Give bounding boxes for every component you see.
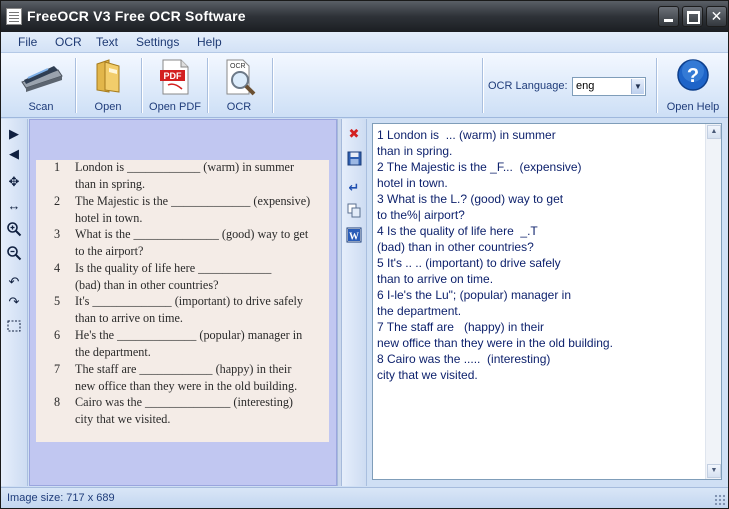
save-icon[interactable] (345, 151, 363, 169)
open-button[interactable]: Open (79, 55, 137, 115)
maximize-button[interactable] (682, 6, 703, 27)
menu-text[interactable]: Text (96, 35, 118, 49)
move-icon[interactable]: ✥ (5, 173, 23, 191)
app-window: FreeOCR V3 Free OCR Software File OCR Te… (0, 0, 729, 509)
ocr-language-value: eng (576, 80, 595, 92)
insert-return-icon[interactable]: ↵ (345, 179, 363, 197)
toolbar: Scan Open PDF Open PDF OCR OCR OCR Langu… (1, 53, 728, 118)
text-tools-strip: ✖ ↵ W (342, 119, 367, 486)
zoom-in-icon[interactable] (5, 221, 23, 239)
scanner-icon (21, 66, 63, 92)
ocr-label: OCR (226, 101, 252, 113)
ocr-button[interactable]: OCR OCR (211, 55, 267, 115)
menu-bar: File OCR Text Settings Help (1, 32, 728, 53)
exercise-number: 8 (54, 395, 61, 410)
toolbar-divider (141, 58, 143, 113)
ocr-badge-text: OCR (230, 63, 246, 70)
svg-text:?: ? (687, 65, 699, 87)
exercise-number: 3 (54, 227, 61, 242)
exercise-line: than in spring. (75, 177, 146, 191)
app-icon (6, 8, 22, 25)
previous-page-icon[interactable]: ◀ (5, 145, 23, 163)
zoom-out-icon[interactable] (5, 245, 23, 263)
open-pdf-label: Open PDF (149, 101, 201, 113)
help-icon: ? (677, 59, 709, 91)
exercise-line: new office than they were in the old bui… (75, 378, 298, 393)
ocr-text-output[interactable]: 1 London is ... (warm) in summer than in… (372, 123, 722, 480)
exercise-line: hotel in town. (75, 210, 143, 225)
status-bar: Image size: 717 x 689 (1, 487, 728, 508)
exercise-line: London is ____________ (warm) in summer (75, 160, 295, 174)
scan-button[interactable]: Scan (9, 55, 73, 115)
menu-ocr[interactable]: OCR (55, 35, 82, 49)
toolbar-divider (482, 58, 484, 113)
ocr-language-label: OCR Language: (488, 80, 568, 92)
ocr-text-content[interactable]: 1 London is ... (warm) in summer than in… (377, 127, 702, 383)
exercise-line: the department. (75, 345, 151, 359)
exercise-number: 5 (54, 294, 61, 309)
exercise-number: 1 (54, 160, 61, 174)
exercise-number: 2 (54, 193, 61, 208)
exercise-line: It's _____________ (important) to drive … (75, 294, 303, 309)
exercise-line: to the airport? (75, 244, 144, 259)
svg-text:W: W (349, 232, 359, 243)
fit-width-icon[interactable]: ↔ (5, 197, 23, 215)
exercise-number: 6 (54, 328, 61, 342)
exercise-line: The staff are ____________ (happy) in th… (75, 361, 292, 376)
toolbar-divider (272, 58, 274, 113)
exercise-number: 4 (54, 260, 61, 275)
image-tools-strip: ▶ ◀ ✥ ↔ ↶ ↷ (1, 119, 28, 486)
toolbar-divider (75, 58, 77, 113)
resize-grip-icon[interactable] (714, 494, 725, 505)
scroll-down-icon[interactable]: ▼ (707, 464, 721, 478)
dropdown-arrow-icon[interactable]: ▼ (631, 79, 644, 94)
open-pdf-button[interactable]: PDF Open PDF (145, 55, 205, 115)
ocr-magnifier-icon: OCR (226, 59, 256, 96)
exercise-number: 7 (54, 361, 61, 376)
rotate-left-icon[interactable]: ↶ (5, 273, 23, 291)
open-label: Open (94, 101, 122, 113)
select-area-icon[interactable] (5, 319, 23, 337)
exercise-line: (bad) than in other countries? (75, 277, 219, 292)
image-size-status: Image size: 717 x 689 (7, 492, 115, 504)
menu-help[interactable]: Help (197, 35, 222, 49)
exercise-line: Cairo was the ______________ (interestin… (75, 395, 293, 410)
folder-icon (96, 59, 120, 93)
exercise-line: What is the ______________ (good) way to… (75, 227, 309, 242)
scroll-up-icon[interactable]: ▲ (707, 125, 721, 139)
exercise-line: city that we visited. (75, 412, 171, 427)
minimize-button[interactable] (658, 6, 679, 27)
word-export-icon[interactable]: W (345, 227, 363, 245)
scan-label: Scan (28, 101, 54, 113)
menu-file[interactable]: File (18, 35, 37, 49)
window-title: FreeOCR V3 Free OCR Software (27, 8, 246, 24)
copy-icon[interactable] (345, 203, 363, 221)
open-help-button[interactable]: ? Open Help (661, 55, 725, 115)
next-page-icon[interactable]: ▶ (5, 125, 23, 143)
pdf-badge-text: PDF (164, 71, 183, 81)
exercise-line: than to arrive on time. (75, 311, 183, 326)
ocr-language-select[interactable]: eng ▼ (572, 77, 646, 96)
menu-settings[interactable]: Settings (136, 35, 179, 49)
open-help-label: Open Help (666, 101, 720, 113)
toolbar-divider (207, 58, 209, 113)
exercise-line: Is the quality of life here ____________ (75, 260, 272, 275)
scanned-page-image: 1 London is ____________ (warm) in summer… (36, 160, 329, 442)
clear-text-icon[interactable]: ✖ (345, 125, 363, 143)
title-bar[interactable]: FreeOCR V3 Free OCR Software (1, 1, 728, 32)
rotate-right-icon[interactable]: ↷ (5, 293, 23, 311)
image-view-panel[interactable]: 1 London is ____________ (warm) in summer… (29, 119, 337, 486)
vertical-scrollbar[interactable]: ▲ ▼ (705, 124, 721, 479)
close-button[interactable] (706, 6, 727, 27)
pdf-file-icon: PDF (160, 59, 189, 95)
exercise-line: He's the _____________ (popular) manager… (75, 328, 303, 342)
exercise-line: The Majestic is the _____________ (expen… (75, 193, 311, 208)
toolbar-divider (656, 58, 658, 113)
